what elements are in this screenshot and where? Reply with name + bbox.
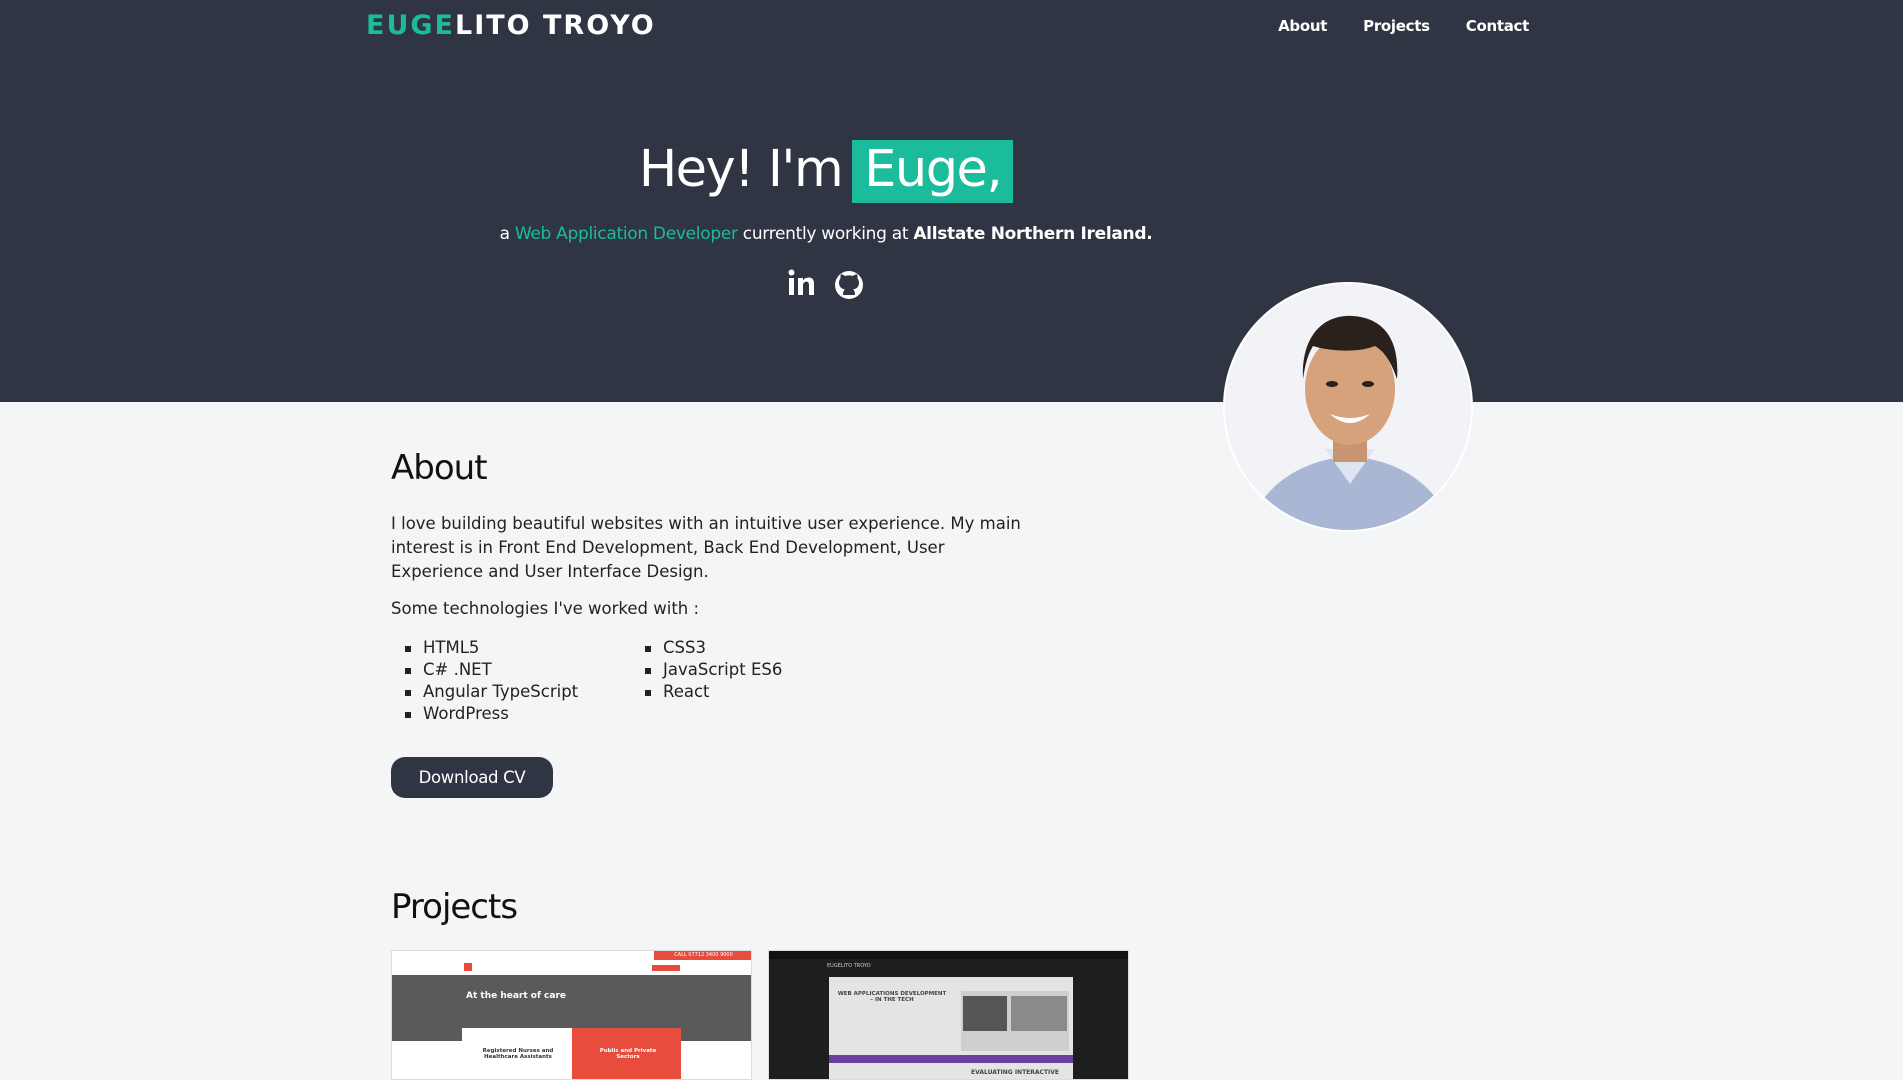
projects-heading: Projects bbox=[391, 887, 518, 927]
about-paragraph: I love building beautiful websites with … bbox=[391, 514, 1021, 581]
linkedin-icon[interactable] bbox=[786, 266, 820, 302]
hero-banner: EUGELITO TROYO About Projects Contact He… bbox=[0, 0, 1903, 402]
project-card-box-right: Public and Private Sectors bbox=[599, 1048, 657, 1060]
project-card-portfolio[interactable]: EUGELITO TROYO WEB APPLICATIONS DEVELOPM… bbox=[768, 950, 1129, 1080]
top-navigation: EUGELITO TROYO About Projects Contact bbox=[0, 0, 1903, 52]
nav-links: About Projects Contact bbox=[1278, 17, 1529, 35]
hero-headline: Hey! I'm Euge, bbox=[0, 140, 1652, 203]
nav-contact-link[interactable]: Contact bbox=[1466, 17, 1530, 35]
nav-projects-link[interactable]: Projects bbox=[1363, 17, 1430, 35]
project-card-box-left: Registered Nurses and Healthcare Assista… bbox=[482, 1048, 554, 1060]
tech-intro: Some technologies I've worked with : bbox=[391, 599, 700, 618]
social-links bbox=[786, 266, 866, 302]
nav-about-link[interactable]: About bbox=[1278, 17, 1327, 35]
project-card-topbar: CALL 07712 3400 9000 bbox=[674, 952, 733, 958]
tech-item: HTML5 bbox=[391, 638, 631, 660]
project-card-healthcare[interactable]: CALL 07712 3400 9000 At the heart of car… bbox=[391, 950, 752, 1080]
profile-avatar bbox=[1223, 282, 1473, 532]
tech-item: WordPress bbox=[391, 704, 631, 726]
about-heading: About bbox=[391, 448, 488, 488]
project-card-sub: EVALUATING INTERACTIVE bbox=[971, 1069, 1059, 1076]
tech-item: React bbox=[631, 682, 811, 704]
tech-item: Angular TypeScript bbox=[391, 682, 631, 704]
tech-item: CSS3 bbox=[631, 638, 811, 660]
download-cv-button[interactable]: Download CV bbox=[391, 757, 553, 798]
tech-item: JavaScript ES6 bbox=[631, 660, 811, 682]
project-card-logo: EUGELITO TROYO bbox=[827, 963, 871, 969]
project-card-headline: At the heart of care bbox=[466, 991, 566, 1001]
hero-role: Web Application Developer bbox=[514, 224, 738, 244]
github-icon[interactable] bbox=[832, 266, 866, 302]
hero-subtitle: a Web Application Developer currently wo… bbox=[499, 224, 1153, 244]
hero-company: Allstate Northern Ireland. bbox=[913, 224, 1153, 244]
site-logo[interactable]: EUGELITO TROYO bbox=[366, 10, 656, 41]
tech-list: HTML5 C# .NET Angular TypeScript WordPre… bbox=[391, 638, 811, 726]
hero-name-highlight: Euge, bbox=[852, 140, 1014, 203]
project-card-headline: WEB APPLICATIONS DEVELOPMENT – IN THE TE… bbox=[837, 991, 947, 1003]
tech-item: C# .NET bbox=[391, 660, 631, 682]
